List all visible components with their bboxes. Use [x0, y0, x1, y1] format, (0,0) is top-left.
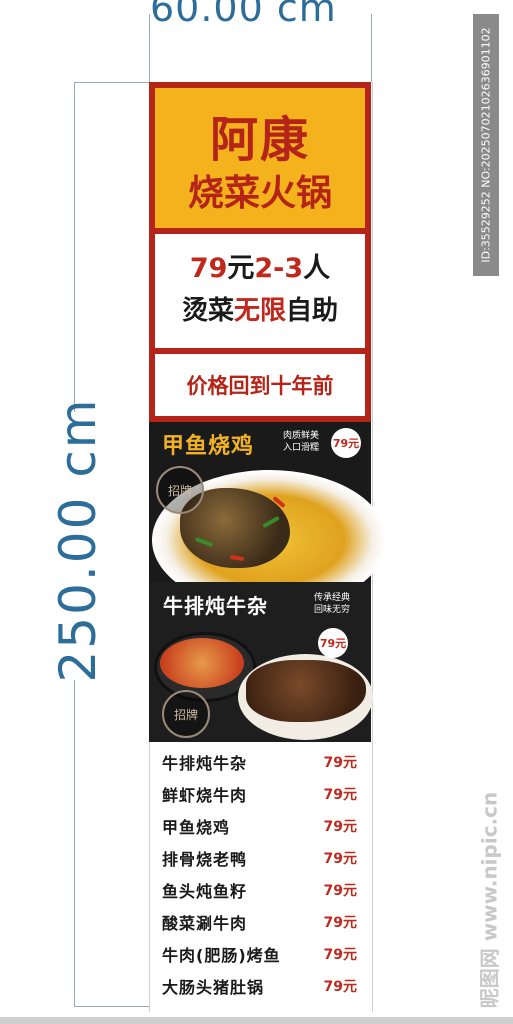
promo-buffet-line: 烫菜无限自助 [155, 290, 365, 327]
menu-item-name: 牛排炖牛杂 [162, 754, 248, 773]
promo-tagline: 价格回到十年前 [186, 374, 334, 398]
height-dimension-line-lower [74, 680, 75, 1006]
dish2-name: 牛排炖牛杂 [163, 594, 268, 618]
menu-item-price: 79元 [323, 979, 357, 995]
menu-item: 牛排炖牛杂 79元 [162, 746, 357, 778]
watermark-id-text: ID:35529252 NO:20250702102636901102 [479, 27, 493, 263]
menu-item: 排骨烧老鸭 79元 [162, 842, 357, 874]
menu-item-price: 79元 [323, 787, 357, 803]
menu-item-price: 79元 [323, 883, 357, 899]
watermark-id-strip: ID:35529252 NO:20250702102636901102 [473, 14, 499, 276]
promo-price-line: 79元2-3人 [155, 246, 365, 285]
height-dimension-line-upper [74, 82, 75, 412]
menu-item-name: 牛肉(肥肠)烤鱼 [162, 946, 281, 965]
promo-price: 79 [189, 253, 228, 284]
promo-line2-c: 自助 [286, 296, 339, 326]
dish1-price-badge: 79元 [331, 428, 361, 458]
menu-item-price: 79元 [323, 819, 357, 835]
menu-item: 鲜虾烧牛肉 79元 [162, 778, 357, 810]
menu-item: 大肠头猪肚锅 79元 [162, 970, 357, 1002]
dish2-price-badge: 79元 [318, 628, 348, 658]
dish2-desc-line1: 传承经典 [314, 593, 351, 603]
menu-item-name: 排骨烧老鸭 [162, 850, 248, 869]
bottom-bar [0, 1017, 513, 1024]
promo-people-unit: 人 [303, 253, 331, 284]
dish1-desc-line1: 肉质鲜美 [283, 431, 320, 441]
menu-item-name: 鲜虾烧牛肉 [162, 786, 248, 805]
width-dimension-label: 60.00 cm [150, 0, 337, 30]
height-dimension-label: 250.00 cm [49, 397, 107, 683]
dish2-description: 传承经典 回味无穷 [314, 592, 364, 616]
brand-name: 阿康 [209, 112, 310, 168]
dish1-signature-stamp: 招牌 [156, 466, 204, 514]
dimension-guide-bottom [74, 1006, 150, 1007]
promo-line2-b: 无限 [233, 296, 286, 326]
promo-price-unit: 元 [227, 253, 255, 284]
menu-item-name: 大肠头猪肚锅 [162, 978, 265, 997]
menu-item-name: 鱼头炖鱼籽 [162, 882, 248, 901]
dish1-description: 肉质鲜美 入口滑糯 [283, 430, 331, 454]
dish2-signature-stamp: 招牌 [162, 690, 210, 738]
menu-item-price: 79元 [323, 915, 357, 931]
dimension-guide-top [74, 82, 150, 83]
dimension-guide-right [371, 14, 372, 84]
menu-item: 酸菜涮牛肉 79元 [162, 906, 357, 938]
dish1-desc-line2: 入口滑糯 [283, 443, 320, 453]
menu-item: 鱼头炖鱼籽 79元 [162, 874, 357, 906]
watermark-brand: 昵图网 www.nipic.cn [477, 791, 502, 1009]
menu-item-price: 79元 [323, 947, 357, 963]
menu-item: 牛肉(肥肠)烤鱼 79元 [162, 938, 357, 970]
dimension-guide-left [149, 14, 150, 84]
promo-people: 2-3 [254, 253, 304, 284]
menu-item-name: 甲鱼烧鸡 [162, 818, 231, 837]
dish1-name: 甲鱼烧鸡 [162, 434, 255, 459]
dish2-beef-image [246, 660, 366, 722]
menu-item-price: 79元 [323, 851, 357, 867]
menu-item: 甲鱼烧鸡 79元 [162, 810, 357, 842]
promo-line2-a: 烫菜 [181, 296, 234, 326]
brand-subtitle: 烧菜火锅 [187, 173, 332, 214]
dish2-soup-image [160, 638, 244, 688]
menu-item-price: 79元 [323, 755, 357, 771]
menu-item-name: 酸菜涮牛肉 [162, 914, 248, 933]
dish2-desc-line2: 回味无穷 [314, 605, 351, 615]
